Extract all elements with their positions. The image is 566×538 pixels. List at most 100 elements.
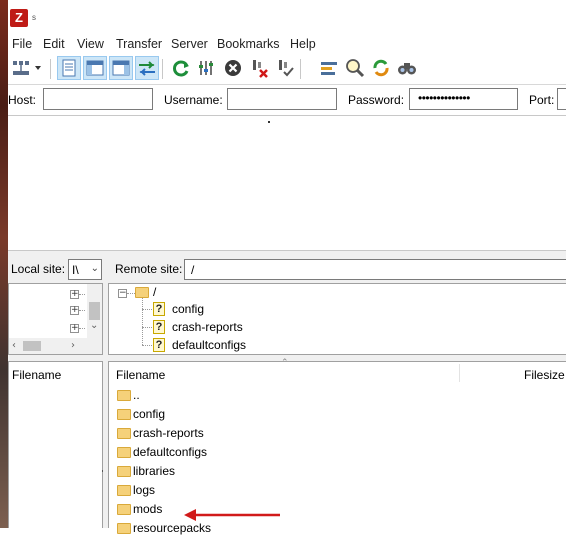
scroll-right-icon[interactable]: › (71, 340, 75, 351)
scroll-down-icon[interactable]: ⌄ (90, 320, 98, 331)
cancel-icon[interactable] (222, 57, 244, 79)
folder-icon (117, 409, 131, 420)
expand-icon[interactable]: + (70, 290, 79, 299)
find-files-icon[interactable] (396, 57, 418, 79)
local-tree: + + + ⌄ ‹ › (8, 283, 103, 355)
toolbar-separator (50, 59, 51, 79)
collapse-icon[interactable]: − (118, 289, 127, 298)
toggle-message-log-icon[interactable] (57, 56, 81, 80)
toggle-transfer-queue-icon[interactable] (135, 56, 159, 80)
password-input[interactable]: •••••••••••••• (409, 88, 518, 110)
username-input[interactable] (227, 88, 337, 110)
list-marker (102, 470, 103, 472)
tree-item-config[interactable]: config (172, 302, 204, 316)
tree-item-defaultconfigs[interactable]: defaultconfigs (172, 338, 246, 352)
title-bar (8, 0, 566, 35)
sort-indicator-icon: ⌃ (281, 358, 289, 368)
file-name: .. (133, 388, 140, 402)
toolbar (8, 54, 566, 85)
menu-edit[interactable]: Edit (43, 37, 65, 51)
tree-connector (142, 298, 143, 345)
site-manager-icon[interactable] (10, 57, 32, 79)
host-input[interactable] (43, 88, 153, 110)
folder-icon (117, 390, 131, 401)
remote-tree: − / ? config ? crash-reports ? defaultco… (108, 283, 566, 355)
remote-site-input[interactable]: / (184, 259, 566, 280)
local-file-list: Filename (8, 361, 103, 528)
unknown-folder-icon: ? (153, 338, 165, 352)
refresh-icon[interactable] (170, 57, 192, 79)
menu-server[interactable]: Server (171, 37, 208, 51)
local-tree-vscrollbar[interactable]: ⌄ (87, 284, 102, 338)
toggle-local-tree-icon[interactable] (83, 56, 107, 80)
folder-icon (117, 523, 131, 534)
log-text-cursor (268, 121, 270, 123)
unknown-folder-icon: ? (153, 302, 165, 316)
remote-site-value: / (191, 263, 195, 277)
process-queue-icon[interactable] (196, 57, 218, 79)
port-input[interactable] (557, 88, 566, 110)
list-item-logs[interactable]: logs (109, 481, 409, 500)
file-name: defaultconfigs (133, 445, 208, 459)
quickconnect-bar: Host: Username: Password: ••••••••••••••… (8, 85, 566, 116)
menu-file[interactable]: File (12, 37, 32, 51)
menu-bookmarks[interactable]: Bookmarks (217, 37, 280, 51)
expand-icon[interactable]: + (70, 306, 79, 315)
password-value: •••••••••••••• (418, 91, 470, 105)
folder-icon (117, 504, 131, 515)
folder-icon (117, 485, 131, 496)
scroll-thumb[interactable] (23, 341, 41, 351)
menu-help[interactable]: Help (290, 37, 316, 51)
remote-filename-header[interactable]: Filename (116, 368, 165, 382)
column-divider (459, 364, 460, 382)
password-label: Password: (348, 93, 405, 107)
list-item-config[interactable]: config (109, 405, 409, 424)
menu-bar: File Edit View Transfer Server Bookmarks… (8, 35, 566, 54)
window-title: s (32, 13, 36, 22)
message-log (8, 116, 566, 251)
local-filename-header[interactable]: Filename (12, 368, 61, 382)
sync-browsing-icon[interactable] (370, 57, 392, 79)
menu-view[interactable]: View (77, 37, 104, 51)
directory-filter-icon[interactable] (318, 57, 340, 79)
annotation-arrow-icon (184, 509, 280, 521)
list-item-crash-reports[interactable]: crash-reports (109, 424, 409, 443)
folder-icon (135, 287, 149, 298)
tree-item-crash-reports[interactable]: crash-reports (172, 320, 243, 334)
scroll-left-icon[interactable]: ‹ (12, 340, 16, 351)
tree-connector (127, 293, 135, 294)
remote-file-list: ⌃ Filename Filesize .. config crash-repo… (108, 358, 566, 535)
tree-connector (142, 327, 152, 328)
tree-connector (142, 345, 152, 346)
folder-icon (117, 466, 131, 477)
toolbar-separator (162, 59, 163, 79)
disconnect-icon[interactable] (248, 57, 270, 79)
local-site-combo[interactable]: I\ ⌄ (68, 259, 102, 280)
menu-transfer[interactable]: Transfer (116, 37, 162, 51)
port-label: Port: (529, 93, 555, 107)
file-name: logs (133, 483, 156, 497)
scroll-thumb[interactable] (89, 302, 100, 320)
file-name: mods (133, 502, 163, 516)
tree-connector (142, 309, 152, 310)
remote-filesize-header[interactable]: Filesize (524, 368, 565, 382)
folder-icon (117, 428, 131, 439)
list-item-parent[interactable]: .. (109, 386, 409, 405)
local-site-value: I\ (72, 263, 79, 277)
folder-icon (117, 447, 131, 458)
file-name: libraries (133, 464, 176, 478)
local-tree-hscrollbar[interactable]: ‹ › (9, 338, 102, 354)
list-item-defaultconfigs[interactable]: defaultconfigs (109, 443, 409, 462)
toggle-remote-tree-icon[interactable] (109, 56, 133, 80)
reconnect-icon[interactable] (274, 57, 296, 79)
list-item-libraries[interactable]: libraries (109, 462, 409, 481)
tree-connector (79, 294, 85, 295)
username-label: Username: (164, 93, 223, 107)
tree-connector (79, 310, 85, 311)
expand-icon[interactable]: + (70, 324, 79, 333)
chevron-down-icon[interactable]: ⌄ (91, 263, 99, 274)
toggle-comparison-icon[interactable] (344, 57, 366, 79)
tree-root-label[interactable]: / (153, 285, 156, 299)
host-label: Host: (8, 93, 37, 107)
dropdown-arrow-icon[interactable] (32, 57, 44, 79)
